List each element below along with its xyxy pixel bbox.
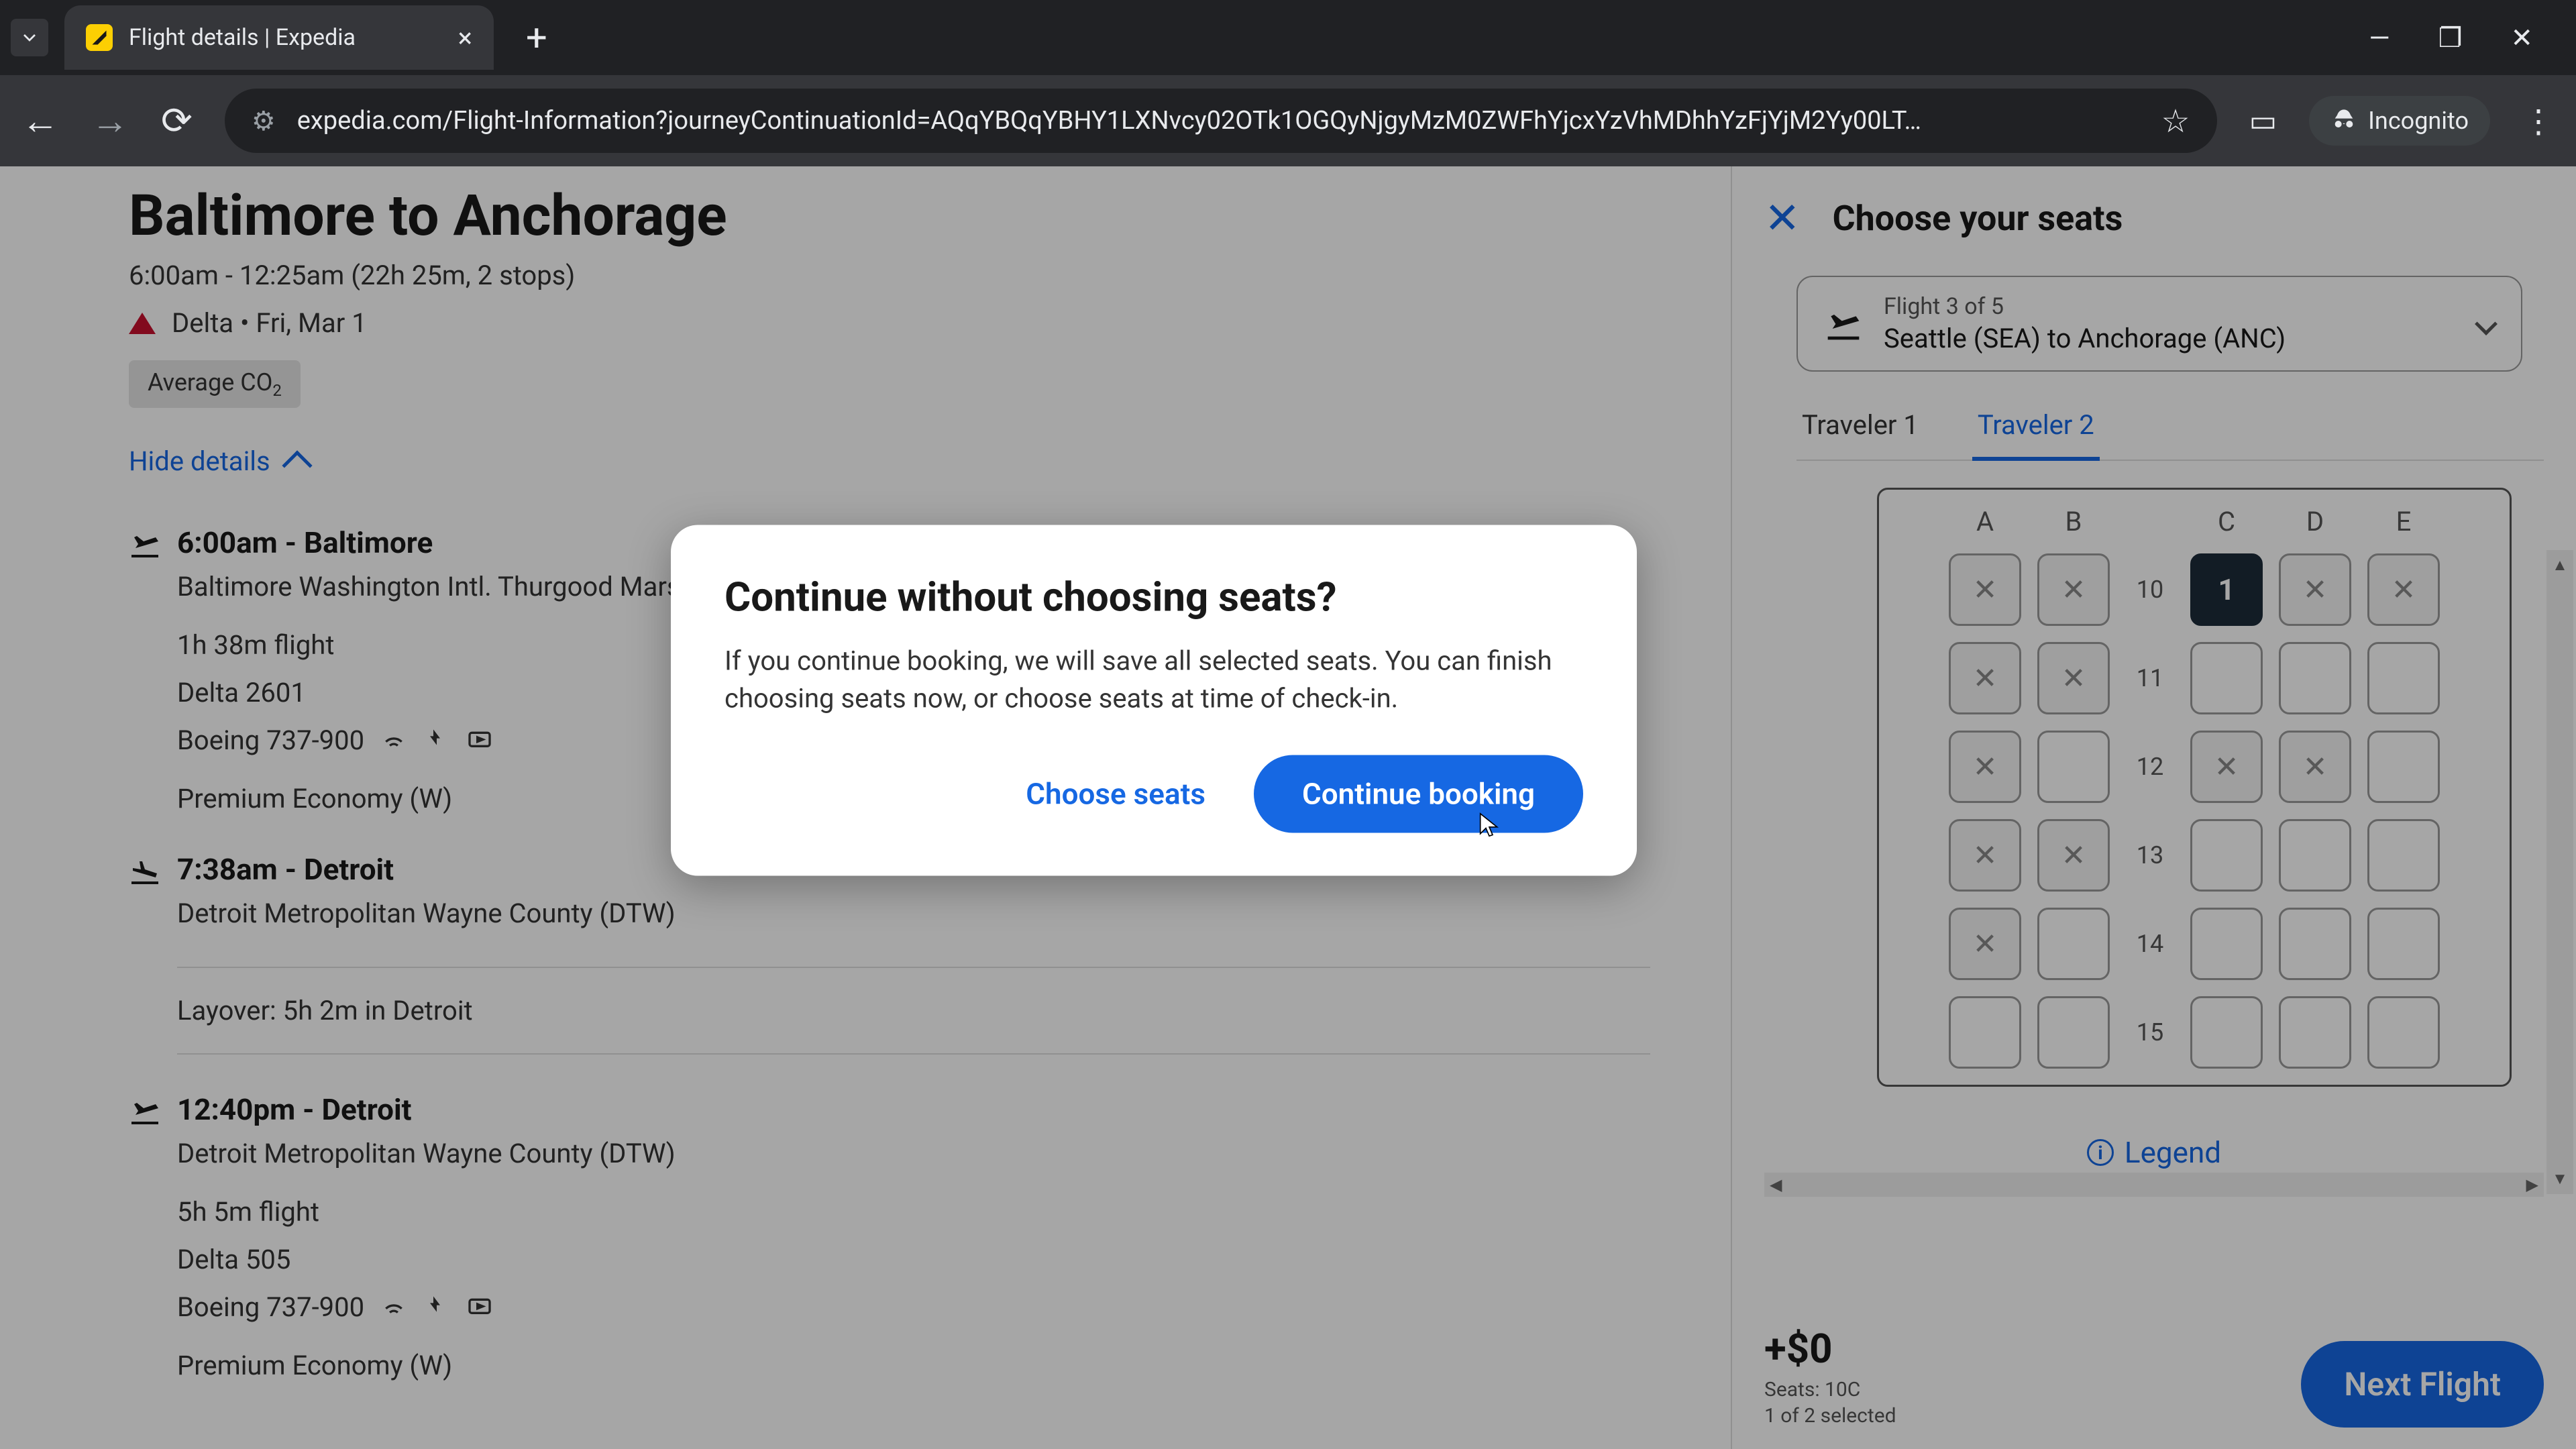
minimize-icon[interactable]: — [2369, 22, 2390, 54]
tab-bar: Flight details | Expedia × + — ❐ ✕ [0, 0, 2576, 75]
browser-tab[interactable]: Flight details | Expedia × [64, 5, 494, 70]
incognito-label: Incognito [2368, 107, 2469, 135]
close-window-icon[interactable]: ✕ [2510, 22, 2533, 54]
page-content: Baltimore to Anchorage 6:00am - 12:25am … [0, 166, 2576, 1449]
bookmark-star-icon[interactable]: ☆ [2161, 102, 2190, 140]
tab-title: Flight details | Expedia [129, 24, 442, 51]
site-settings-icon[interactable]: ⚙ [252, 105, 276, 137]
continue-modal: Continue without choosing seats? If you … [671, 525, 1637, 876]
forward-button: → [91, 99, 129, 143]
url-bar[interactable]: ⚙ expedia.com/Flight-Information?journey… [225, 89, 2217, 153]
tab-search-dropdown[interactable] [11, 19, 48, 56]
browser-menu-icon[interactable]: ⋮ [2522, 102, 2555, 140]
choose-seats-button[interactable]: Choose seats [994, 755, 1238, 833]
maximize-icon[interactable]: ❐ [2438, 22, 2463, 54]
back-button[interactable]: ← [21, 99, 59, 143]
browser-chrome: Flight details | Expedia × + — ❐ ✕ ← → ⟳… [0, 0, 2576, 166]
cursor-icon [1476, 812, 1503, 839]
continue-booking-button[interactable]: Continue booking [1254, 755, 1583, 833]
incognito-icon [2330, 107, 2357, 134]
new-tab-button[interactable]: + [526, 15, 547, 60]
tab-close-icon[interactable]: × [458, 22, 472, 54]
nav-bar: ← → ⟳ ⚙ expedia.com/Flight-Information?j… [0, 75, 2576, 166]
url-text: expedia.com/Flight-Information?journeyCo… [297, 106, 2140, 136]
incognito-badge[interactable]: Incognito [2309, 96, 2490, 146]
reload-button[interactable]: ⟳ [161, 99, 193, 143]
expedia-favicon [86, 24, 113, 51]
continue-booking-label: Continue booking [1302, 777, 1535, 812]
modal-actions: Choose seats Continue booking [724, 755, 1583, 833]
window-controls: — ❐ ✕ [2369, 22, 2565, 54]
modal-title: Continue without choosing seats? [724, 574, 1583, 621]
modal-body: If you continue booking, we will save al… [724, 643, 1583, 718]
reader-mode-icon[interactable]: ▭ [2249, 103, 2277, 138]
